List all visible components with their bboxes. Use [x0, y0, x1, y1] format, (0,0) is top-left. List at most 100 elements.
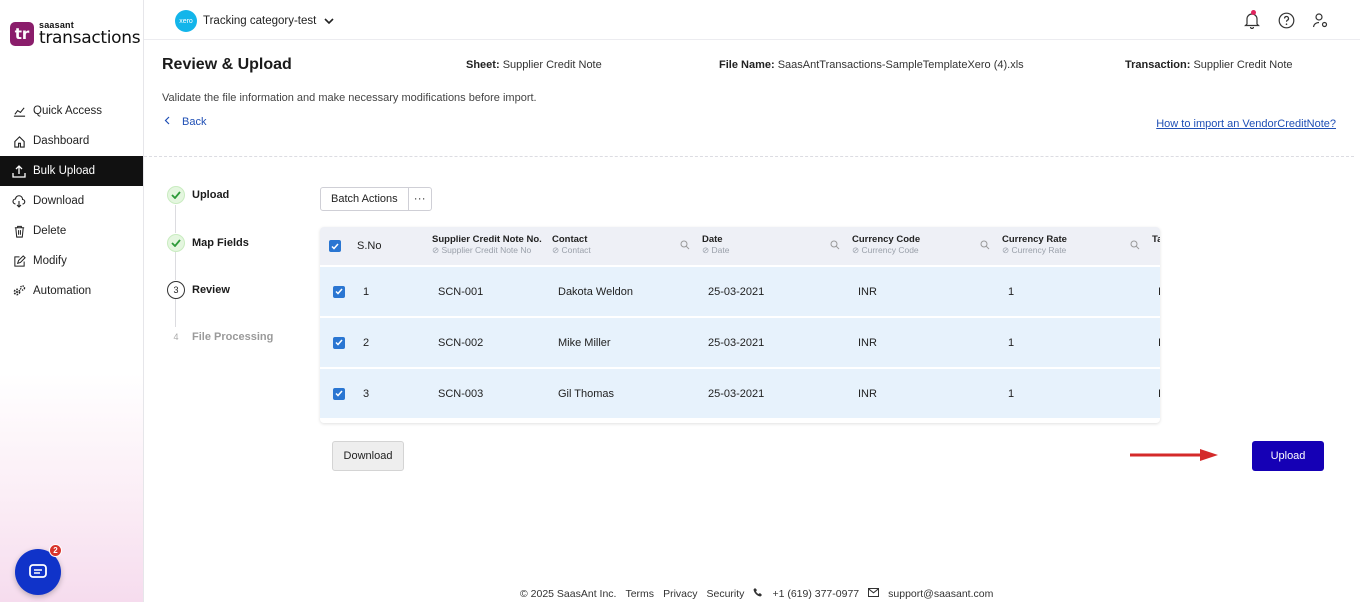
column-header-truncated[interactable]: Ta	[1152, 234, 1160, 245]
transaction-info: Transaction: Supplier Credit Note	[1125, 59, 1293, 71]
cell-note-no[interactable]: SCN-002	[438, 318, 483, 367]
cell-currency-rate[interactable]: 1	[1008, 318, 1014, 367]
sidebar-item-label: Dashboard	[33, 135, 90, 147]
step-label: File Processing	[192, 331, 274, 343]
column-header-contact[interactable]: Contact ⊘ Contact	[552, 234, 591, 256]
check-icon	[167, 234, 185, 252]
notifications-button[interactable]	[1242, 10, 1262, 30]
help-import-link[interactable]: How to import an VendorCreditNote?	[1156, 118, 1336, 130]
column-mapping: ⊘ Date	[702, 245, 730, 256]
cell-contact[interactable]: Gil Thomas	[558, 369, 614, 418]
sheet-value: Supplier Credit Note	[502, 59, 602, 71]
help-button[interactable]	[1276, 10, 1296, 30]
sheet-label: Sheet:	[466, 59, 500, 71]
search-icon[interactable]	[830, 240, 840, 250]
cell-currency-rate[interactable]: 1	[1008, 369, 1014, 418]
logo-mark: tr	[10, 22, 34, 46]
chevron-down-icon	[324, 14, 334, 28]
cell-truncated[interactable]: I	[1158, 369, 1160, 418]
column-header-sno[interactable]: S.No	[357, 227, 381, 265]
select-all-checkbox[interactable]	[329, 240, 341, 252]
edit-icon	[12, 254, 26, 268]
mail-icon	[868, 587, 880, 600]
top-bar: xero Tracking category-test	[144, 0, 1360, 40]
step-map-fields: Map Fields	[167, 234, 249, 252]
file-value: SaasAntTransactions-SampleTemplateXero (…	[777, 59, 1024, 71]
sidebar-item-label: Quick Access	[33, 105, 103, 117]
trash-icon	[12, 224, 26, 238]
page-title: Review & Upload	[162, 56, 292, 73]
column-header-date[interactable]: Date ⊘ Date	[702, 234, 730, 256]
batch-actions-button[interactable]: Batch Actions	[321, 188, 409, 210]
step-label: Upload	[192, 189, 230, 201]
upload-button[interactable]: Upload	[1252, 441, 1324, 471]
cell-note-no[interactable]: SCN-001	[438, 267, 483, 316]
step-file-processing: 4 File Processing	[167, 328, 273, 346]
sidebar-item-label: Automation	[33, 285, 92, 297]
sidebar-item-quick-access[interactable]: Quick Access	[0, 96, 143, 126]
footer-terms-link[interactable]: Terms	[625, 588, 654, 600]
footer-email-link[interactable]: support@saasant.com	[888, 588, 993, 600]
chart-line-icon	[12, 104, 26, 118]
check-icon	[167, 186, 185, 204]
arrow-right-icon	[1130, 449, 1218, 461]
column-header-currency-code[interactable]: Currency Code ⊘ Currency Code	[852, 234, 920, 256]
footer-security-link[interactable]: Security	[707, 588, 745, 600]
cell-truncated[interactable]: I	[1158, 267, 1160, 316]
column-mapping: ⊘ Currency Code	[852, 245, 919, 256]
search-icon[interactable]	[1130, 240, 1140, 250]
logo-product: transactions	[39, 28, 141, 48]
column-mapping: ⊘ Contact	[552, 245, 591, 256]
chat-badge: 2	[49, 544, 62, 557]
chat-icon	[29, 564, 47, 578]
row-checkbox[interactable]	[333, 387, 345, 400]
sidebar-item-bulk-upload[interactable]: Bulk Upload	[0, 156, 143, 186]
table-row[interactable]: 1 SCN-001 Dakota Weldon 25-03-2021 INR 1…	[320, 266, 1160, 316]
step-label: Review	[192, 284, 230, 296]
table-row[interactable]: 3 SCN-003 Gil Thomas 25-03-2021 INR 1 I	[320, 368, 1160, 418]
step-review: 3 Review	[167, 281, 230, 299]
gears-icon	[12, 284, 26, 298]
back-link[interactable]: Back	[164, 116, 206, 128]
notification-dot	[1251, 10, 1256, 15]
download-button[interactable]: Download	[332, 441, 404, 471]
sidebar-item-delete[interactable]: Delete	[0, 216, 143, 246]
sidebar-item-modify[interactable]: Modify	[0, 246, 143, 276]
more-actions-button[interactable]: ···	[409, 188, 431, 210]
home-icon	[12, 134, 26, 148]
sidebar-item-dashboard[interactable]: Dashboard	[0, 126, 143, 156]
cell-sno: 2	[363, 336, 370, 349]
footer: © 2025 SaasAnt Inc. Terms Privacy Securi…	[520, 587, 1002, 600]
cell-contact[interactable]: Mike Miller	[558, 318, 611, 367]
step-upload: Upload	[167, 186, 229, 204]
cell-date[interactable]: 25-03-2021	[708, 369, 764, 418]
cell-currency-code[interactable]: INR	[858, 267, 877, 316]
row-checkbox[interactable]	[333, 285, 345, 298]
cell-note-no[interactable]: SCN-003	[438, 369, 483, 418]
search-icon[interactable]	[980, 240, 990, 250]
cell-contact[interactable]: Dakota Weldon	[558, 267, 633, 316]
column-header-note-no[interactable]: Supplier Credit Note No. ⊘ Supplier Cred…	[432, 234, 542, 256]
cell-date[interactable]: 25-03-2021	[708, 267, 764, 316]
cell-sno: 1	[363, 285, 370, 298]
cell-truncated[interactable]: I	[1158, 318, 1160, 367]
cell-sno: 3	[363, 387, 370, 400]
cell-date[interactable]: 25-03-2021	[708, 318, 764, 367]
step-connector	[175, 299, 176, 327]
cell-currency-code[interactable]: INR	[858, 318, 877, 367]
table-row[interactable]: 2 SCN-002 Mike Miller 25-03-2021 INR 1 I	[320, 317, 1160, 367]
sidebar-item-download[interactable]: Download	[0, 186, 143, 216]
footer-copyright: © 2025 SaasAnt Inc.	[520, 587, 617, 600]
batch-actions-group: Batch Actions ···	[320, 187, 432, 211]
header-divider	[144, 156, 1354, 157]
sidebar-item-automation[interactable]: Automation	[0, 276, 143, 306]
footer-privacy-link[interactable]: Privacy	[663, 588, 697, 600]
column-header-currency-rate[interactable]: Currency Rate ⊘ Currency Rate	[1002, 234, 1067, 256]
org-switcher[interactable]: xero Tracking category-test	[175, 10, 334, 32]
row-checkbox[interactable]	[333, 336, 345, 349]
user-settings-button[interactable]	[1310, 10, 1330, 30]
cell-currency-code[interactable]: INR	[858, 369, 877, 418]
search-icon[interactable]	[680, 240, 690, 250]
app-logo[interactable]: tr saasant transactions	[10, 21, 141, 48]
cell-currency-rate[interactable]: 1	[1008, 267, 1014, 316]
